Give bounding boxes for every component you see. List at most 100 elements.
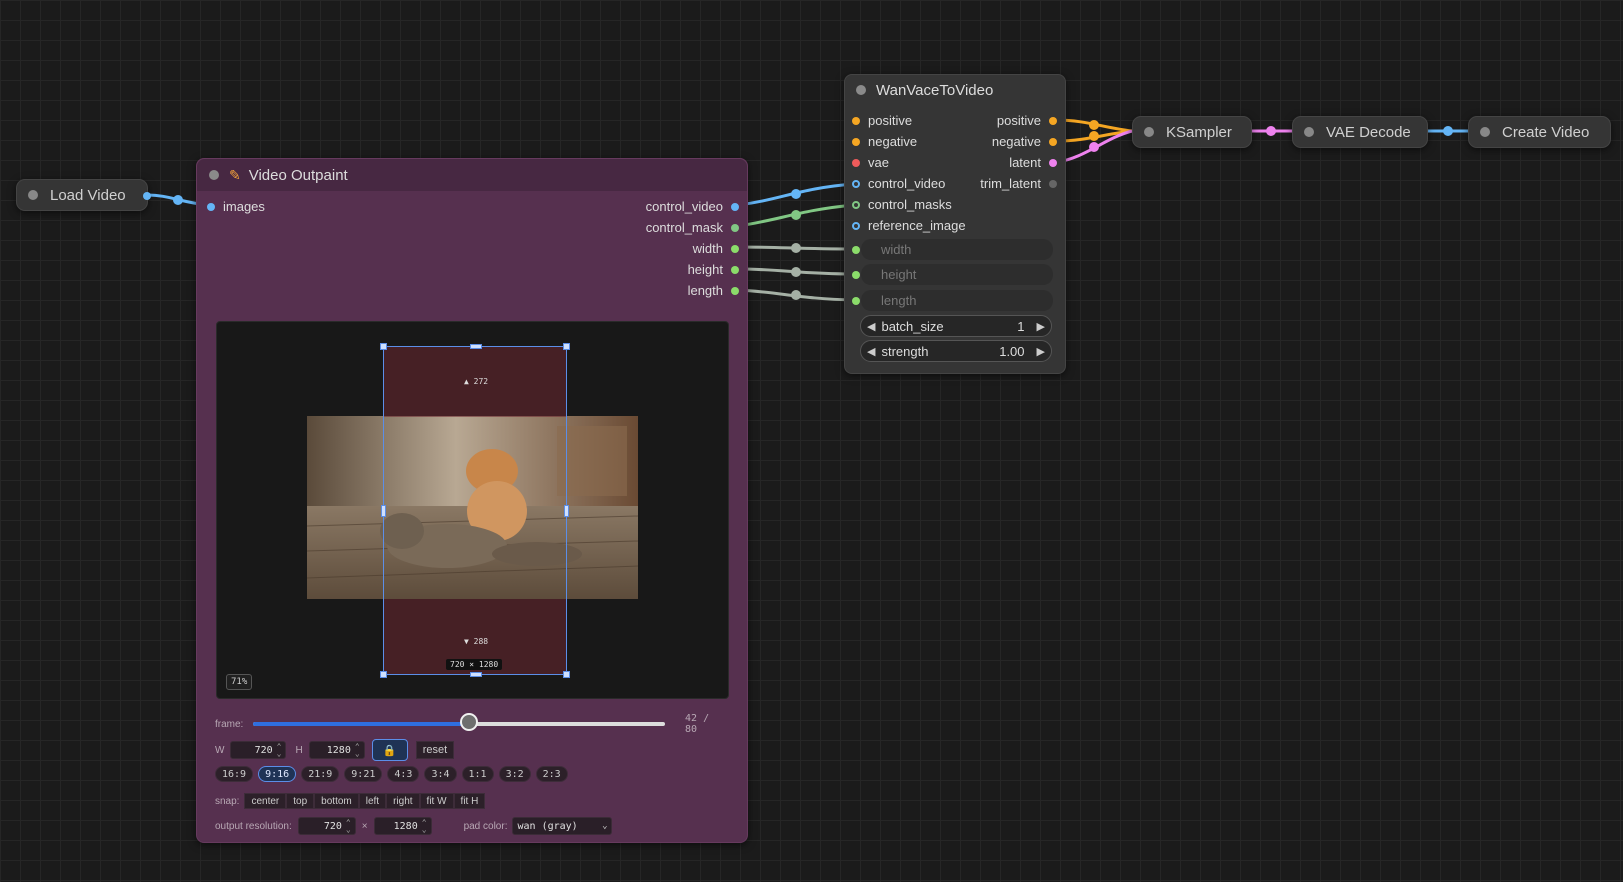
height-input[interactable]: 1280 ⌃ ⌄ <box>308 741 365 759</box>
aspect-chip-9-16[interactable]: 9:16 <box>258 766 297 782</box>
node-collapse-dot[interactable] <box>1144 127 1154 137</box>
output-height-input[interactable]: 1280 ⌃ ⌄ <box>373 817 432 835</box>
vae-decode-node[interactable]: VAE Decode <box>1292 116 1428 148</box>
output-control-video[interactable]: control_video <box>646 199 739 214</box>
width-converted-input: width <box>861 239 1053 260</box>
input-vae[interactable]: vae <box>852 155 889 170</box>
snap-bottom-button[interactable]: bottom <box>314 793 359 809</box>
output-slot-dot[interactable] <box>731 265 739 274</box>
output-trim-latent[interactable]: trim_latent <box>980 176 1057 191</box>
input-positive[interactable]: positive <box>852 113 912 128</box>
output-slot-dot[interactable] <box>1049 116 1057 125</box>
node-collapse-dot[interactable] <box>1480 127 1490 137</box>
output-slot-dot[interactable] <box>731 223 739 232</box>
snap-left-button[interactable]: left <box>358 793 387 809</box>
input-slot-dot[interactable] <box>852 179 860 188</box>
decrement-arrow-icon[interactable]: ◀ <box>867 320 875 333</box>
output-negative[interactable]: negative <box>992 134 1057 149</box>
input-control-masks[interactable]: control_masks <box>852 197 952 212</box>
output-control-mask[interactable]: control_mask <box>646 220 739 235</box>
input-control-video[interactable]: control_video <box>852 176 945 191</box>
resize-handle-top[interactable] <box>470 344 482 349</box>
output-label: control_mask <box>645 220 723 235</box>
crop-frame[interactable]: ▲ 272 ▼ 288 720 × 1280 <box>380 343 570 678</box>
output-slot-dot[interactable] <box>1049 158 1057 167</box>
spinner-icon[interactable]: ⌃ ⌄ <box>355 743 360 758</box>
output-positive[interactable]: positive <box>997 113 1057 128</box>
node-collapse-dot[interactable] <box>856 85 866 95</box>
node-header[interactable]: WanVaceToVideo <box>845 75 1065 105</box>
output-latent[interactable]: latent <box>1009 155 1057 170</box>
node-collapse-dot[interactable] <box>28 190 38 200</box>
snap-fit-w-button[interactable]: fit W <box>419 793 454 809</box>
output-slot-dot[interactable] <box>731 244 739 253</box>
spinner-icon[interactable]: ⌃ ⌄ <box>277 743 282 758</box>
slider-thumb[interactable] <box>460 713 479 731</box>
output-width-input[interactable]: 720 ⌃ ⌄ <box>297 817 356 835</box>
aspect-chip-4-3[interactable]: 4:3 <box>387 766 420 782</box>
output-slot-dot[interactable] <box>1049 179 1057 188</box>
input-slot-dot[interactable] <box>852 221 860 230</box>
resize-handle-left[interactable] <box>381 505 386 517</box>
input-slot-dot[interactable] <box>852 200 860 209</box>
output-slot-dot[interactable] <box>731 202 739 211</box>
input-negative[interactable]: negative <box>852 134 917 149</box>
input-slot-dot[interactable] <box>852 137 860 146</box>
input-slot-dot[interactable] <box>852 158 860 167</box>
wan-vace-to-video-node[interactable]: WanVaceToVideo positive negative vae con… <box>844 74 1066 374</box>
input-slot-dot-width[interactable] <box>852 246 860 254</box>
aspect-chip-16-9[interactable]: 16:9 <box>215 766 254 782</box>
aspect-chip-9-21[interactable]: 9:21 <box>344 766 383 782</box>
snap-fit-h-button[interactable]: fit H <box>453 793 486 809</box>
spinner-icon[interactable]: ⌃ ⌄ <box>346 819 351 834</box>
create-video-node[interactable]: Create Video <box>1468 116 1611 148</box>
input-slot-dot[interactable] <box>207 202 215 211</box>
output-slot-dot[interactable] <box>143 192 151 200</box>
pad-color-select[interactable]: wan (gray) ⌄ <box>512 817 613 835</box>
snap-right-button[interactable]: right <box>386 793 420 809</box>
output-slot-dot[interactable] <box>731 286 739 295</box>
input-slot-dot-height[interactable] <box>852 271 860 279</box>
outpaint-preview-canvas[interactable]: ▲ 272 ▼ 288 720 × 1280 71% <box>216 321 729 699</box>
node-header[interactable]: ✎ Video Outpaint <box>197 159 747 191</box>
output-slot-dot[interactable] <box>1049 137 1057 146</box>
input-reference-image[interactable]: reference_image <box>852 218 966 233</box>
load-video-node[interactable]: Load Video <box>16 179 151 211</box>
reset-button[interactable]: reset <box>415 741 455 759</box>
decrement-arrow-icon[interactable]: ◀ <box>867 345 875 358</box>
node-collapse-dot[interactable] <box>1304 127 1314 137</box>
frame-slider[interactable] <box>252 713 665 731</box>
resize-handle-bottom-right[interactable] <box>563 671 570 678</box>
aspect-chip-2-3[interactable]: 2:3 <box>535 766 568 782</box>
increment-arrow-icon[interactable]: ▶ <box>1037 345 1045 358</box>
output-height[interactable]: height <box>688 262 739 277</box>
node-collapse-dot[interactable] <box>209 170 219 180</box>
aspect-chip-3-4[interactable]: 3:4 <box>424 766 457 782</box>
lock-aspect-button[interactable]: 🔒 <box>371 739 408 761</box>
snap-top-button[interactable]: top <box>286 793 315 809</box>
resize-handle-bottom-left[interactable] <box>380 671 387 678</box>
input-slot-dot[interactable] <box>852 116 860 125</box>
output-width[interactable]: width <box>693 241 739 256</box>
ksampler-node[interactable]: KSampler <box>1132 116 1252 148</box>
width-input[interactable]: 720 ⌃ ⌄ <box>230 741 287 759</box>
chevron-down-icon: ⌄ <box>602 821 608 831</box>
output-label: negative <box>991 134 1041 149</box>
resize-handle-bottom[interactable] <box>470 672 482 677</box>
aspect-chip-21-9[interactable]: 21:9 <box>301 766 340 782</box>
spinner-icon[interactable]: ⌃ ⌄ <box>422 819 427 834</box>
snap-center-button[interactable]: center <box>244 793 287 809</box>
input-slot-dot-length[interactable] <box>852 297 860 305</box>
resize-handle-top-left[interactable] <box>380 343 387 350</box>
resize-handle-top-right[interactable] <box>563 343 570 350</box>
frame-readout: 42 / 80 <box>685 713 710 735</box>
strength-widget[interactable]: ◀ strength 1.00 ▶ <box>860 340 1052 362</box>
output-length[interactable]: length <box>688 283 739 298</box>
resize-handle-right[interactable] <box>564 505 569 517</box>
increment-arrow-icon[interactable]: ▶ <box>1037 320 1045 333</box>
aspect-chip-1-1[interactable]: 1:1 <box>461 766 494 782</box>
aspect-chip-3-2[interactable]: 3:2 <box>498 766 531 782</box>
video-outpaint-node[interactable]: ✎ Video Outpaint images control_video co… <box>196 158 748 843</box>
batch-size-widget[interactable]: ◀ batch_size 1 ▶ <box>860 315 1052 337</box>
input-images[interactable]: images <box>207 199 265 214</box>
